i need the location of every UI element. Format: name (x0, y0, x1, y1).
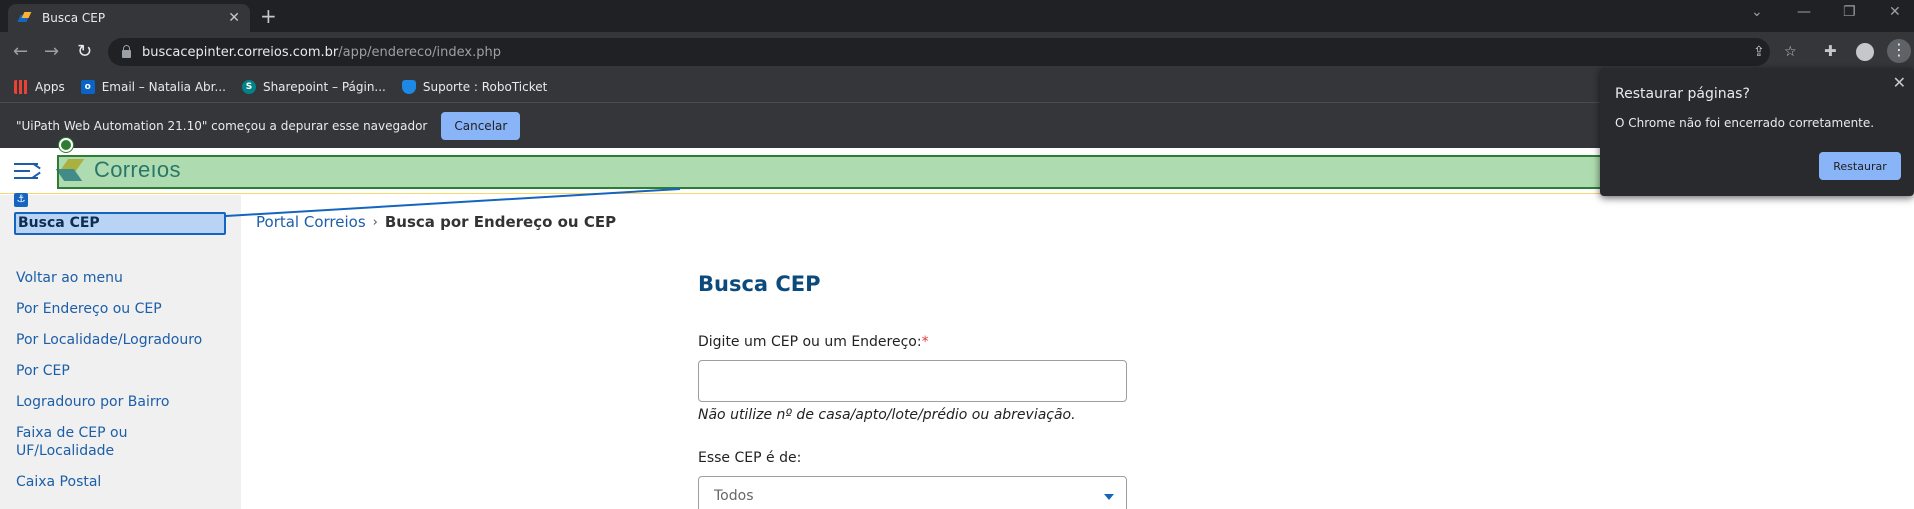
restore-button[interactable]: Restaurar (1819, 152, 1901, 180)
restore-message: O Chrome não foi encerrado corretamente. (1615, 116, 1875, 130)
restore-pages-popup: ✕ Restaurar páginas? O Chrome não foi en… (1600, 68, 1914, 196)
restore-title: Restaurar páginas? (1615, 86, 1750, 102)
close-icon[interactable]: ✕ (1893, 73, 1906, 92)
